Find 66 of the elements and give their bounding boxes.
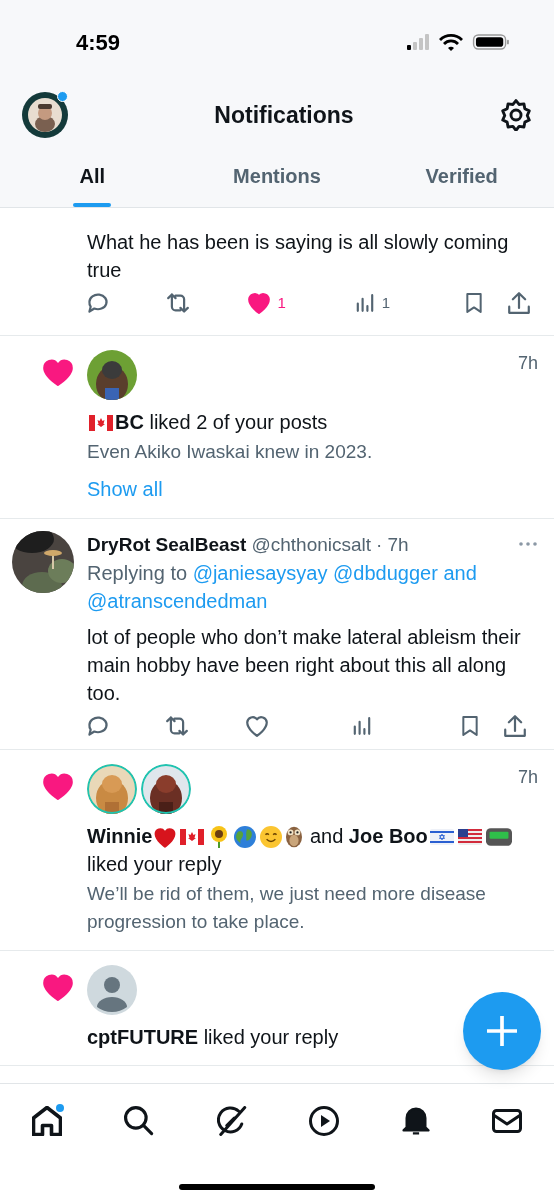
replying-label: Replying to [87, 561, 188, 584]
tab[interactable]: Verified [369, 146, 554, 207]
slashed-circle-icon [216, 1106, 247, 1136]
pager-icon [485, 828, 512, 847]
views-icon [352, 716, 371, 735]
timestamp: 7h [517, 765, 538, 789]
play-icon [309, 1106, 340, 1136]
battery-icon [472, 34, 510, 50]
reply-icon [87, 292, 109, 315]
nav-tab[interactable] [399, 1104, 432, 1138]
heart-icon [154, 826, 177, 849]
mail-icon [491, 1106, 522, 1136]
wifi-icon [438, 33, 464, 51]
nav-tab[interactable] [214, 1104, 249, 1138]
heart-icon [43, 771, 73, 800]
heart-icon [43, 357, 73, 386]
owl-icon [286, 826, 303, 849]
settings-icon [500, 99, 532, 131]
post-text: What he has been is saying is all slowly coming true [87, 230, 510, 283]
nav-tab[interactable] [30, 1104, 64, 1138]
signal-icon [406, 34, 430, 50]
mention-link[interactable]: @janiesaysyay [192, 561, 328, 584]
post-snippet: Even Akiko Iwaskai knew in 2023. [87, 439, 374, 464]
notification-text: Winnie and Joe Boo liked your reply [87, 821, 530, 878]
repost-icon [167, 292, 190, 315]
tab[interactable]: Mentions [184, 146, 370, 207]
author-handle: @chthonicsalt [251, 532, 372, 557]
post-snippet: We’ll be rid of them, we just need more disease progression to take place. [87, 881, 487, 934]
bell-icon [401, 1107, 430, 1135]
canada-flag-icon [180, 829, 205, 846]
plus-icon [487, 1016, 517, 1046]
notification-text: BC liked 2 of your posts [87, 407, 328, 436]
timestamp: 7h [517, 351, 538, 375]
usa-flag-icon [457, 829, 482, 846]
heart-icon [43, 972, 73, 1001]
page-title: Notifications [214, 100, 354, 130]
tab[interactable]: All [0, 146, 185, 207]
repost-icon [166, 714, 189, 737]
nav-tab[interactable] [307, 1104, 342, 1138]
mention-link[interactable]: @dbdugger [333, 561, 438, 584]
mention-link[interactable]: @atranscendedman [87, 589, 268, 612]
default-avatar-icon [87, 964, 137, 1015]
smiley-icon [260, 826, 283, 849]
israel-flag-icon [429, 829, 454, 846]
like-count: 1 [277, 293, 286, 313]
search-icon [124, 1106, 155, 1136]
more-icon [518, 540, 538, 547]
author-name: DryRot SealBeast [87, 532, 247, 557]
and-label: and [443, 561, 477, 584]
home-icon [32, 1106, 62, 1136]
post-text: lot of people who don’t make lateral ableism their main hobby have been right about this all along too. [87, 624, 522, 706]
bookmark-icon [464, 293, 484, 314]
views-icon [355, 294, 374, 313]
bookmark-icon [460, 715, 480, 736]
show-all-link[interactable]: Show all [87, 473, 163, 504]
notification-text: cptFUTURE liked your reply [87, 1024, 339, 1050]
timestamp: 7h [387, 532, 409, 557]
canada-flag-icon [89, 415, 113, 432]
view-count: 1 [381, 293, 391, 313]
compose-button[interactable] [463, 992, 541, 1070]
share-icon [504, 714, 526, 737]
status-time: 4:59 [76, 28, 121, 57]
share-icon [508, 292, 530, 315]
globe-icon [234, 826, 257, 849]
separator-dot: · [376, 532, 383, 557]
reply-icon [87, 714, 109, 737]
